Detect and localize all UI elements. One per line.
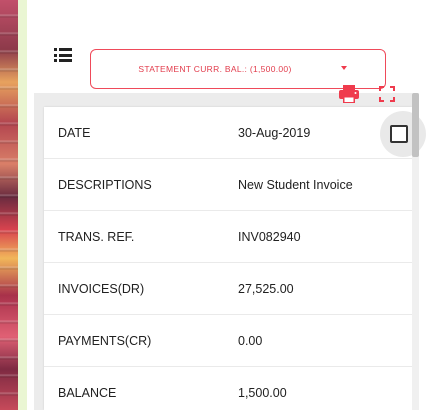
detail-label: PAYMENTS(CR): [58, 333, 152, 348]
statement-balance-dropdown[interactable]: STATEMENT CURR. BAL.: (1,500.00): [90, 49, 386, 89]
detail-row-trans-ref: TRANS. REF. INV082940: [44, 211, 412, 263]
detail-value: New Student Invoice: [238, 177, 353, 192]
detail-label: DESCRIPTIONS: [58, 177, 152, 192]
select-row-checkbox[interactable]: [390, 125, 408, 143]
side-accent-bar: [18, 0, 27, 410]
detail-row-payments: PAYMENTS(CR) 0.00: [44, 315, 412, 367]
detail-value: 30-Aug-2019: [238, 125, 311, 140]
detail-value: INV082940: [238, 229, 301, 244]
list-view-icon[interactable]: [54, 48, 72, 62]
detail-row-date: DATE 30-Aug-2019: [44, 107, 412, 159]
detail-value: 1,500.00: [238, 385, 287, 400]
detail-label: DATE: [58, 125, 91, 140]
detail-label: BALANCE: [58, 385, 117, 400]
detail-label: INVOICES(DR): [58, 281, 145, 296]
detail-row-balance: BALANCE 1,500.00: [44, 367, 412, 410]
detail-value: 0.00: [238, 333, 263, 348]
statement-balance-label: STATEMENT CURR. BAL.: (1,500.00): [138, 64, 292, 74]
caret-down-icon: [341, 66, 347, 70]
detail-label: TRANS. REF.: [58, 229, 135, 244]
detail-row-invoices: INVOICES(DR) 27,525.00: [44, 263, 412, 315]
detail-row-descriptions: DESCRIPTIONS New Student Invoice: [44, 159, 412, 211]
detail-value: 27,525.00: [238, 281, 294, 296]
scrollbar-thumb[interactable]: [412, 93, 419, 157]
transaction-detail-card: DATE 30-Aug-2019 DESCRIPTIONS New Studen…: [44, 107, 412, 410]
background-image-strip: [0, 0, 18, 410]
fullscreen-icon[interactable]: [379, 86, 395, 102]
printer-icon[interactable]: [338, 85, 360, 103]
